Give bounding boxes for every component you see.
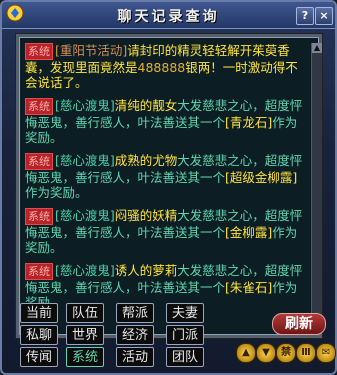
message-segment: [慈心渡鬼] xyxy=(55,98,115,113)
chat-message: 系统 [慈心渡鬼]清纯的靓女大发慈悲之心，超度怦悔恶鬼，善行感人，叶法善送其一个[… xyxy=(25,98,303,145)
scroll-up-arrow-icon[interactable]: ▲ xyxy=(312,43,322,53)
chat-history-window: 聊天记录查询 ? × 系统 [重阳节活动]请封印的精灵轻轻解开茱萸香囊，发现里面竟… xyxy=(0,0,337,375)
window-title: 聊天记录查询 xyxy=(117,9,220,25)
message-segment: 闷骚的妖精 xyxy=(114,208,178,223)
channel-filter-button[interactable]: 团队 xyxy=(166,347,204,367)
channel-filter-button[interactable]: 系统 xyxy=(66,347,104,367)
channel-tag-system: 系统 xyxy=(25,43,53,60)
channel-tag-system: 系统 xyxy=(25,208,53,225)
up-arrow-icon[interactable]: ▲ xyxy=(236,343,256,363)
channel-tag-system: 系统 xyxy=(25,98,53,115)
close-button[interactable]: × xyxy=(315,7,333,25)
down-arrow-icon[interactable]: ▼ xyxy=(256,343,276,363)
mail-icon[interactable]: ✉ xyxy=(316,343,336,363)
message-segment: 488888 xyxy=(137,60,186,75)
message-segment: [超级金柳露] xyxy=(225,170,298,185)
channel-filter-button[interactable]: 帮派 xyxy=(116,303,154,323)
channel-filter-button[interactable]: 队伍 xyxy=(66,303,104,323)
channel-tag-system: 系统 xyxy=(25,153,53,170)
chat-scrollbar[interactable]: ▲ ▼ xyxy=(311,43,322,329)
chat-message: 系统 [慈心渡鬼]闷骚的妖精大发慈悲之心，超度怦悔恶鬼，善行感人，叶法善送其一个[… xyxy=(25,208,303,255)
title-bar[interactable]: 聊天记录查询 ? × xyxy=(2,2,335,29)
chat-log-content: 系统 [重阳节活动]请封印的精灵轻轻解开茱萸香囊，发现里面竟然是488888银两！… xyxy=(25,43,303,329)
message-segment: [慈心渡鬼] xyxy=(55,153,115,168)
message-segment: [金柳露] xyxy=(225,225,273,240)
channel-tag-system: 系统 xyxy=(25,263,53,280)
channel-filter-button[interactable]: 夫妻 xyxy=(166,303,204,323)
channel-filter-button[interactable]: 门派 xyxy=(166,325,204,345)
pause-icon[interactable]: Ⅲ xyxy=(296,343,316,363)
channel-filter-button[interactable]: 世界 xyxy=(66,325,104,345)
chat-message: 系统 [慈心渡鬼]成熟的尤物大发慈悲之心，超度怦悔恶鬼，善行感人，叶法善送其一个[… xyxy=(25,153,303,200)
channel-filter-button[interactable]: 传闻 xyxy=(20,347,58,367)
message-segment: [慈心渡鬼] xyxy=(55,208,115,223)
channel-filter-button[interactable]: 当前 xyxy=(20,303,58,323)
channel-filter-button[interactable]: 经济 xyxy=(116,325,154,345)
message-segment: 诱人的萝莉 xyxy=(114,263,178,278)
refresh-button[interactable]: 刷新 xyxy=(272,313,326,335)
channel-filter-button[interactable]: 私聊 xyxy=(20,325,58,345)
message-segment: [朱雀石] xyxy=(225,280,273,295)
channel-filter-button[interactable]: 活动 xyxy=(116,347,154,367)
message-segment: [慈心渡鬼] xyxy=(55,263,115,278)
message-segment: 请封印的精灵 xyxy=(127,43,203,58)
help-button[interactable]: ? xyxy=(296,7,314,25)
message-segment: 清纯的靓女 xyxy=(114,98,178,113)
message-segment: [青龙石] xyxy=(225,115,273,130)
message-segment: 作为奖励。 xyxy=(25,185,88,200)
message-segment: 成熟的尤物 xyxy=(114,153,178,168)
chat-message: 系统 [重阳节活动]请封印的精灵轻轻解开茱萸香囊，发现里面竟然是488888银两！… xyxy=(25,43,303,90)
chat-log-panel: 系统 [重阳节活动]请封印的精灵轻轻解开茱萸香囊，发现里面竟然是488888银两！… xyxy=(16,34,322,338)
message-segment: [重阳节活动] xyxy=(55,43,128,58)
ban-icon[interactable]: 禁 xyxy=(276,343,296,363)
